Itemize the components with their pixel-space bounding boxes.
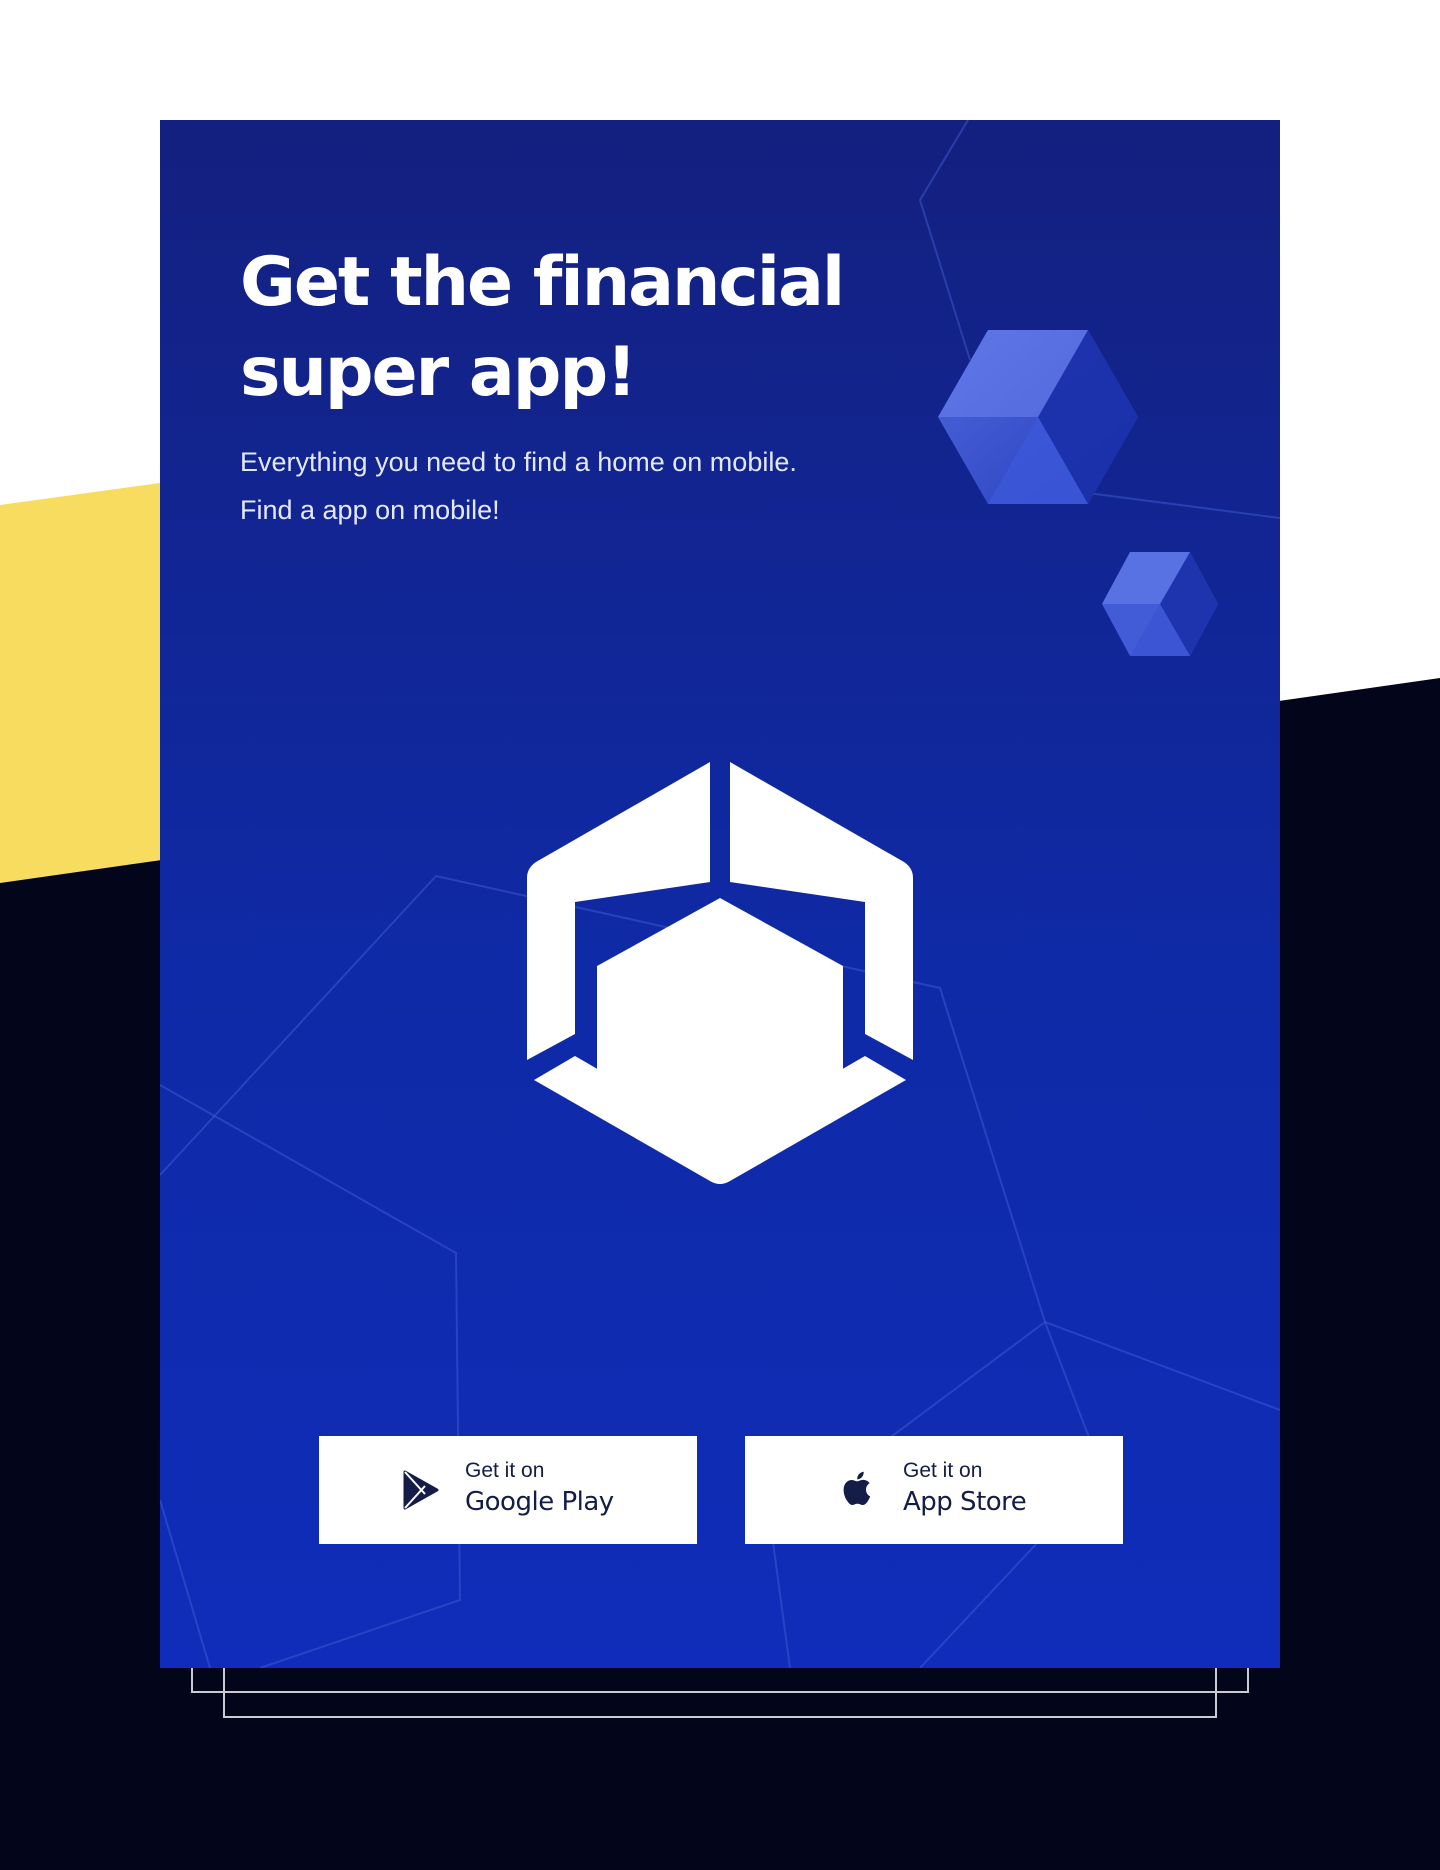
google-play-button[interactable]: Get it on Google Play [319, 1436, 697, 1544]
app-store-prefix: Get it on [903, 1459, 983, 1482]
glass-cube-large-icon [938, 330, 1138, 504]
stacked-card-outline-back [223, 1660, 1217, 1718]
glass-cube-small-icon [1102, 552, 1218, 656]
app-promo-card: Get the financial super app! Everything … [160, 120, 1280, 1668]
google-play-store-name: Google Play [465, 1487, 614, 1517]
hero-title: Get the financial super app! [240, 243, 845, 412]
google-play-prefix: Get it on [465, 1459, 545, 1482]
app-store-label: Get it on App Store [903, 1458, 1027, 1520]
yellow-accent-band [0, 483, 160, 883]
app-store-button[interactable]: Get it on App Store [745, 1436, 1123, 1544]
apple-icon [843, 1471, 871, 1505]
hero-subtitle: Everything you need to find a home on mo… [240, 447, 797, 525]
google-play-icon [403, 1470, 439, 1510]
hexagon-logo-icon [527, 762, 913, 1184]
google-play-label: Get it on Google Play [465, 1458, 614, 1520]
app-store-store-name: App Store [903, 1487, 1027, 1517]
